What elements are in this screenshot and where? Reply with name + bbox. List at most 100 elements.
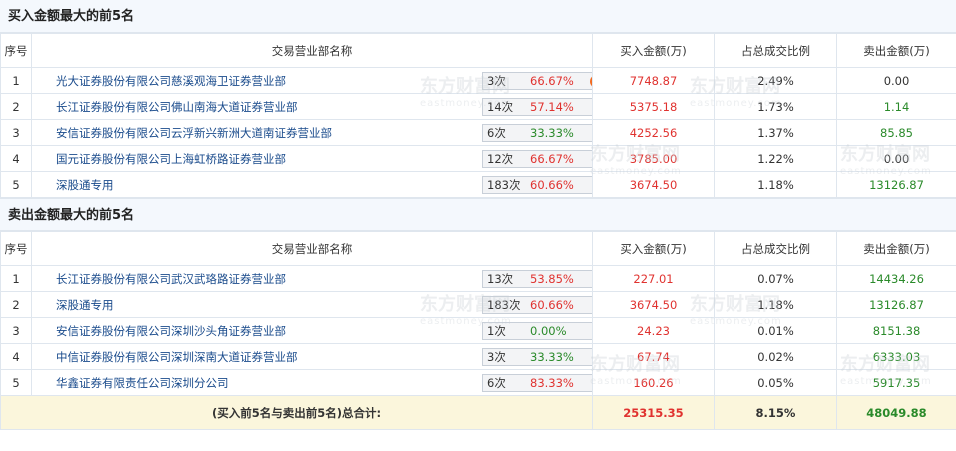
branch-name-link[interactable]: 华鑫证券有限责任公司深圳分公司 xyxy=(56,376,229,390)
branch-name-link[interactable]: 长江证券股份有限公司武汉武珞路证券营业部 xyxy=(56,272,286,286)
history-badge[interactable]: 183次 60.66% xyxy=(482,176,592,194)
branch-name-link[interactable]: 中信证券股份有限公司深圳深南大道证券营业部 xyxy=(56,350,298,364)
branch-name-cell: 深股通专用 183次 60.66% xyxy=(31,171,593,198)
total-buy: 25315.35 xyxy=(592,395,715,430)
header-idx: 序号 xyxy=(0,231,32,266)
sell-amount: 6333.03 xyxy=(836,343,956,370)
table-row: 1 长江证券股份有限公司武汉武珞路证券营业部 13次 53.85% 227.01 0.07… xyxy=(0,265,956,292)
win-rate: 53.85% xyxy=(530,272,574,286)
sell-amount: 0.00 xyxy=(836,145,956,172)
row-index: 2 xyxy=(0,93,32,120)
history-badge[interactable]: 6次 83.33% xyxy=(482,374,592,392)
win-rate: 66.67% xyxy=(530,74,574,88)
appearance-count: 12次 xyxy=(487,152,514,166)
appearance-count: 183次 xyxy=(487,178,521,192)
appearance-count: 3次 xyxy=(487,74,506,88)
win-rate: 57.14% xyxy=(530,100,574,114)
table-row: 3 安信证券股份有限公司云浮新兴新洲大道南证券营业部 6次 33.33% 4252.56… xyxy=(0,119,956,146)
buy-amount: 5375.18 xyxy=(592,93,715,120)
row-index: 1 xyxy=(0,67,32,94)
sell-amount: 14434.26 xyxy=(836,265,956,292)
table-row: 5 华鑫证券有限责任公司深圳分公司 6次 83.33% 160.26 0.05% 5917.… xyxy=(0,369,956,396)
win-rate: 66.67% xyxy=(530,152,574,166)
header-sell: 卖出金额(万) xyxy=(836,231,956,266)
sell-table: 序号 交易营业部名称 买入金额(万) 占总成交比例 卖出金额(万) 1 长江证券股… xyxy=(0,231,956,430)
sell-amount: 13126.87 xyxy=(836,291,956,318)
history-badge[interactable]: 1次 0.00% xyxy=(482,322,592,340)
branch-name-cell: 华鑫证券有限责任公司深圳分公司 6次 83.33% xyxy=(31,369,593,396)
sell-amount: 13126.87 xyxy=(836,171,956,198)
row-index: 2 xyxy=(0,291,32,318)
table-row: 4 国元证券股份有限公司上海虹桥路证券营业部 12次 66.67% 3785.00 1.2… xyxy=(0,145,956,172)
history-badge[interactable]: 13次 53.85% xyxy=(482,270,592,288)
buy-table: 序号 交易营业部名称 买入金额(万) 占总成交比例 卖出金额(万) 1 光大证券股… xyxy=(0,33,956,198)
appearance-count: 6次 xyxy=(487,126,506,140)
history-badge[interactable]: 3次 66.67%? xyxy=(482,72,592,90)
appearance-count: 3次 xyxy=(487,350,506,364)
table-row: 4 中信证券股份有限公司深圳深南大道证券营业部 3次 33.33% 67.74 0.02%… xyxy=(0,343,956,370)
branch-name-link[interactable]: 国元证券股份有限公司上海虹桥路证券营业部 xyxy=(56,152,286,166)
row-index: 3 xyxy=(0,317,32,344)
buy-amount: 24.23 xyxy=(592,317,715,344)
header-buy: 买入金额(万) xyxy=(592,33,715,68)
branch-name-link[interactable]: 安信证券股份有限公司云浮新兴新洲大道南证券营业部 xyxy=(56,126,332,140)
win-rate: 83.33% xyxy=(530,376,574,390)
win-rate: 60.66% xyxy=(530,178,574,192)
history-badge[interactable]: 3次 33.33% xyxy=(482,348,592,366)
branch-name-link[interactable]: 长江证券股份有限公司佛山南海大道证券营业部 xyxy=(56,100,298,114)
row-index: 4 xyxy=(0,145,32,172)
table-row: 1 光大证券股份有限公司慈溪观海卫证券营业部 3次 66.67%?7748.872.4… xyxy=(0,67,956,94)
appearance-count: 1次 xyxy=(487,324,506,338)
buy-amount: 3674.50 xyxy=(592,171,715,198)
branch-name-link[interactable]: 深股通专用 xyxy=(56,178,114,192)
turnover-pct: 0.01% xyxy=(714,317,837,344)
buy-amount: 4252.56 xyxy=(592,119,715,146)
header-pct: 占总成交比例 xyxy=(714,33,837,68)
buy-amount: 3785.00 xyxy=(592,145,715,172)
turnover-pct: 0.05% xyxy=(714,369,837,396)
buy-amount: 227.01 xyxy=(592,265,715,292)
history-badge[interactable]: 183次 60.66% xyxy=(482,296,592,314)
history-badge[interactable]: 14次 57.14% xyxy=(482,98,592,116)
branch-name-cell: 深股通专用 183次 60.66% xyxy=(31,291,593,318)
table-header-row: 序号 交易营业部名称 买入金额(万) 占总成交比例 卖出金额(万) xyxy=(0,231,956,266)
history-badge[interactable]: 6次 33.33% xyxy=(482,124,592,142)
header-idx: 序号 xyxy=(0,33,32,68)
total-row: (买入前5名与卖出前5名)总合计: 25315.35 8.15% 48049.8… xyxy=(0,395,956,430)
row-index: 5 xyxy=(0,369,32,396)
branch-name-cell: 长江证券股份有限公司武汉武珞路证券营业部 13次 53.85% xyxy=(31,265,593,292)
appearance-count: 183次 xyxy=(487,298,521,312)
table-row: 2 长江证券股份有限公司佛山南海大道证券营业部 14次 57.14% 5375.18 1.… xyxy=(0,93,956,120)
sell-amount: 5917.35 xyxy=(836,369,956,396)
turnover-pct: 1.73% xyxy=(714,93,837,120)
header-sell: 卖出金额(万) xyxy=(836,33,956,68)
turnover-pct: 1.22% xyxy=(714,145,837,172)
branch-name-cell: 安信证券股份有限公司深圳沙头角证券营业部 1次 0.00% xyxy=(31,317,593,344)
appearance-count: 14次 xyxy=(487,100,514,114)
header-pct: 占总成交比例 xyxy=(714,231,837,266)
history-badge[interactable]: 12次 66.67% xyxy=(482,150,592,168)
sell-amount: 85.85 xyxy=(836,119,956,146)
branch-name-link[interactable]: 安信证券股份有限公司深圳沙头角证券营业部 xyxy=(56,324,286,338)
win-rate: 33.33% xyxy=(530,350,574,364)
appearance-count: 13次 xyxy=(487,272,514,286)
sell-amount: 1.14 xyxy=(836,93,956,120)
turnover-pct: 1.37% xyxy=(714,119,837,146)
table-row: 5 深股通专用 183次 60.66% 3674.50 1.18% 13126.87 xyxy=(0,171,956,198)
sell-amount: 0.00 xyxy=(836,67,956,94)
turnover-pct: 1.18% xyxy=(714,171,837,198)
header-buy: 买入金额(万) xyxy=(592,231,715,266)
win-rate: 0.00% xyxy=(530,324,567,338)
turnover-pct: 0.07% xyxy=(714,265,837,292)
branch-name-cell: 安信证券股份有限公司云浮新兴新洲大道南证券营业部 6次 33.33% xyxy=(31,119,593,146)
branch-name-link[interactable]: 光大证券股份有限公司慈溪观海卫证券营业部 xyxy=(56,74,286,88)
row-index: 1 xyxy=(0,265,32,292)
buy-amount: 3674.50 xyxy=(592,291,715,318)
appearance-count: 6次 xyxy=(487,376,506,390)
branch-name-link[interactable]: 深股通专用 xyxy=(56,298,114,312)
row-index: 4 xyxy=(0,343,32,370)
sell-amount: 8151.38 xyxy=(836,317,956,344)
sell-section-title: 卖出金额最大的前5名 xyxy=(0,198,956,231)
total-sell: 48049.88 xyxy=(836,395,956,430)
question-icon[interactable]: ? xyxy=(590,75,592,88)
